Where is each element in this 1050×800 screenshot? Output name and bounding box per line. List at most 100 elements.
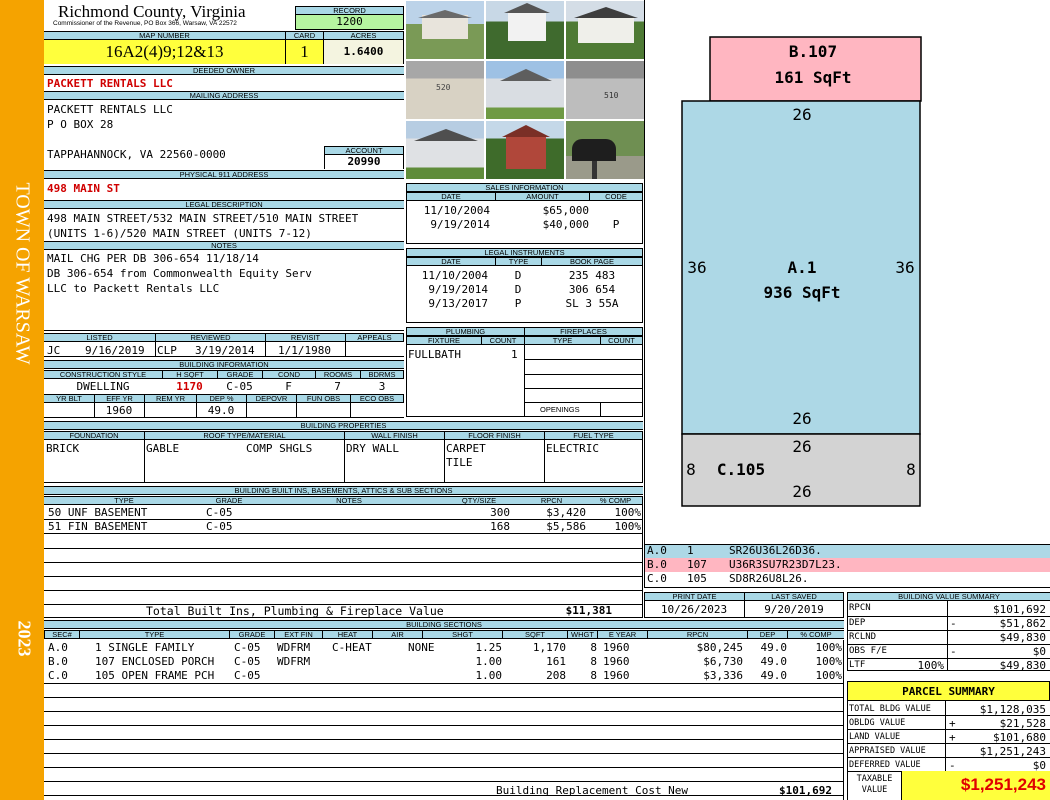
- mailing-line-3: TAPPAHANNOCK, VA 22560-0000: [47, 148, 226, 161]
- openings-label: OPENINGS: [540, 405, 580, 414]
- vs-rpcn-label: RPCN: [849, 603, 871, 613]
- floor-finish-value-1: CARPET: [446, 442, 486, 455]
- legal-line-1: 498 MAIN STREET/532 MAIN STREET/510 MAIN…: [47, 212, 359, 225]
- builtins-total-value: $11,381: [565, 604, 612, 617]
- section-header-air: AIR: [372, 630, 422, 639]
- roof-material-value: COMP SHGLS: [246, 442, 313, 455]
- cond-label: COND: [262, 370, 315, 379]
- construction-style-label: CONSTRUCTION STYLE: [44, 370, 162, 379]
- section-header-type: TYPE: [79, 630, 229, 639]
- fixture-value: FULLBATH: [408, 348, 461, 361]
- section-header-whgt: WHGT: [567, 630, 597, 639]
- sketch-c-right-dim: 8: [906, 460, 916, 479]
- parcel-summary-label: PARCEL SUMMARY: [847, 681, 1050, 701]
- photo-house-1: [405, 0, 485, 60]
- taxable-value: $1,251,243: [902, 771, 1050, 800]
- grade-label: GRADE: [217, 370, 262, 379]
- sketch-b-area: 161 SqFt: [774, 68, 851, 87]
- photo-house-3: [565, 0, 645, 60]
- card-value: 1: [285, 40, 323, 64]
- ps-obldg-value: $21,528: [999, 717, 1046, 730]
- plumbing-count-label: COUNT: [481, 336, 524, 345]
- year-label: 2023: [14, 620, 35, 657]
- foundation-value: BRICK: [46, 442, 80, 455]
- remyr-label: REM YR: [144, 394, 196, 403]
- hsqft-value: 1170: [176, 380, 203, 393]
- vs-rclnd-label: RCLND: [849, 632, 877, 642]
- replacement-value: $101,692: [779, 784, 832, 797]
- ps-bldg-value: $1,128,035: [979, 703, 1046, 716]
- wall-finish-value: DRY WALL: [346, 442, 399, 455]
- floor-finish-label: FLOOR FINISH: [444, 431, 544, 440]
- ps-deferred-label: DEFERRED VALUE: [849, 760, 921, 770]
- building-properties-label: BUILDING PROPERTIES: [44, 421, 643, 430]
- revisit-label: REVISIT: [265, 333, 345, 342]
- vs-ltf-value: $49,830: [999, 659, 1046, 672]
- fireplaces-label: FIREPLACES: [524, 327, 643, 336]
- sketch-a-name: A.1: [788, 258, 817, 277]
- replacement-label: Building Replacement Cost New: [496, 784, 689, 797]
- fuel-type-value: ELECTRIC: [546, 442, 599, 455]
- vs-ltf-pct: 100%: [917, 659, 945, 672]
- photo-house-2: [485, 0, 565, 60]
- listed-label: LISTED: [44, 333, 155, 342]
- taxable-label-2: VALUE: [861, 785, 888, 795]
- sketch-c-bottom-dim: 26: [792, 482, 811, 501]
- roof-type-value: GABLE: [146, 442, 180, 455]
- listed-by: JC: [47, 344, 61, 357]
- vs-dep-label: DEP: [849, 618, 866, 628]
- physical-address-value: 498 MAIN ST: [47, 182, 120, 195]
- sketch-a-bottom-dim: 26: [792, 409, 811, 428]
- mailing-line-1: PACKETT RENTALS LLC: [47, 103, 173, 116]
- building-info-label: BUILDING INFORMATION: [44, 360, 404, 369]
- reviewed-by: CLP: [157, 344, 177, 357]
- sales-label: SALES INFORMATION: [406, 183, 643, 192]
- builtins-label: BUILDING BUILT INS, BASEMENTS, ATTICS & …: [44, 486, 643, 495]
- yrblt-label: YR BLT: [44, 394, 94, 403]
- cond-value: F: [285, 380, 292, 393]
- sketch-drawing: B.107 161 SqFt 26 36 36 A.1 936 SqFt 26 …: [681, 36, 922, 507]
- builtins-comp-label: % COMP: [589, 496, 643, 505]
- foundation-label: FOUNDATION: [44, 431, 144, 440]
- section-header-heat: HEAT: [322, 630, 372, 639]
- sections-label: BUILDING SECTIONS: [44, 620, 844, 629]
- bdrms-value: 3: [378, 380, 386, 393]
- listed-date: 9/16/2019: [85, 344, 145, 357]
- section-header-sec: SEC#: [44, 630, 79, 639]
- fireplace-type-label: TYPE: [524, 336, 600, 345]
- grade-value: C-05: [226, 380, 253, 393]
- physical-address-label: PHYSICAL 911 ADDRESS: [44, 170, 404, 179]
- construction-style-value: DWELLING: [76, 380, 130, 393]
- floor-finish-value-2: TILE: [446, 456, 473, 469]
- reviewed-date: 3/19/2014: [195, 344, 255, 357]
- ps-bldg-label: TOTAL BLDG VALUE: [849, 704, 931, 714]
- funobs-label: FUN OBS: [296, 394, 350, 403]
- ps-land-label: LAND VALUE: [849, 732, 901, 742]
- section-header-sqft: SQFT: [502, 630, 567, 639]
- sketch-c-left-dim: 8: [686, 460, 696, 479]
- wall-finish-label: WALL FINISH: [344, 431, 444, 440]
- map-number-label: MAP NUMBER: [44, 31, 285, 40]
- fixture-label: FIXTURE: [406, 336, 481, 345]
- card-label: CARD: [285, 31, 323, 40]
- sketch-c-name: C.105: [717, 460, 765, 479]
- effyr-value: 1960: [105, 404, 133, 417]
- bdrms-label: BDRMS: [360, 370, 404, 379]
- ps-land-value: $101,680: [993, 731, 1046, 744]
- photo-apartments-2: [405, 120, 485, 180]
- plumbing-label: PLUMBING: [406, 327, 524, 336]
- ps-appraised-value: $1,251,243: [979, 745, 1046, 758]
- instruments-date-label: DATE: [406, 257, 495, 266]
- builtins-rpcn-label: RPCN: [514, 496, 589, 505]
- hsqft-label: H SQFT: [162, 370, 217, 379]
- rooms-label: ROOMS: [315, 370, 360, 379]
- last-saved-label: LAST SAVED: [744, 592, 844, 601]
- value-summary-label: BUILDING VALUE SUMMARY: [847, 592, 1050, 601]
- dep-label: DEP %: [196, 394, 246, 403]
- photo-building-520: 520: [405, 60, 485, 120]
- photo-grid: 520 510: [405, 0, 645, 180]
- appeals-label: APPEALS: [345, 333, 404, 342]
- account-value: 20990: [324, 155, 404, 169]
- rooms-value: 7: [334, 380, 341, 393]
- photo-building-510: 510: [565, 60, 645, 120]
